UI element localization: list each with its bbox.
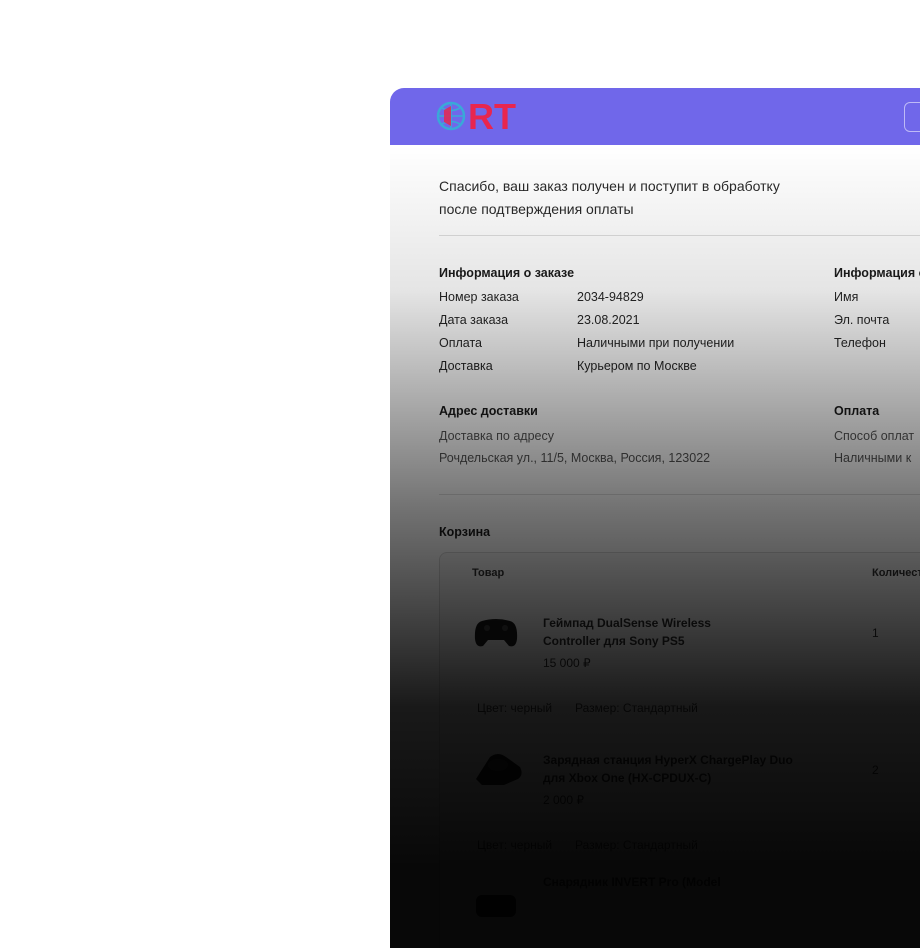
- header-bar: RT: [390, 88, 920, 145]
- cart-item-1-name-line-1: Геймпад DualSense Wireless: [543, 616, 711, 630]
- customer-email-label: Эл. почта: [834, 313, 890, 327]
- order-date-label: Дата заказа: [439, 313, 509, 327]
- cart-item-2-color: Цвет: черный: [477, 838, 553, 852]
- product-icon: [476, 895, 516, 917]
- thank-you-line-2: после подтверждения оплаты: [439, 201, 634, 217]
- cart-item-2-name[interactable]: Зарядная станция HyperX ChargePlay Duo д…: [543, 751, 793, 787]
- cart-item-2-name-line-1: Зарядная станция HyperX ChargePlay Duo: [543, 753, 793, 767]
- order-delivery-value: Курьером по Москве: [577, 359, 697, 373]
- order-info-title: Информация о заказе: [439, 266, 575, 280]
- order-confirmation-window: RT Спасибо, ваш заказ получен и поступит…: [390, 88, 920, 948]
- customer-phone-label: Телефон: [834, 336, 886, 350]
- cart-title: Корзина: [439, 525, 491, 539]
- thank-you-line-1: Спасибо, ваш заказ получен и поступит в …: [439, 178, 780, 194]
- order-date-value: 23.08.2021: [577, 313, 640, 327]
- delivery-type: Доставка по адресу: [439, 429, 554, 443]
- divider: [439, 235, 920, 236]
- cart-item-2-quantity: 2: [872, 763, 879, 777]
- cart-item-1-name[interactable]: Геймпад DualSense Wireless Controller дл…: [543, 614, 793, 650]
- cart-item-1-color: Цвет: черный: [477, 701, 553, 715]
- cart-item-2-size: Размер: Стандартный: [575, 838, 698, 852]
- customer-info-title: Информация о: [834, 266, 920, 280]
- cart-item-2-name-line-2: для Xbox One (HX-CPDUX-C): [543, 771, 712, 785]
- divider: [439, 494, 920, 495]
- brand-logo[interactable]: RT: [434, 96, 524, 136]
- order-payment-label: Оплата: [439, 336, 482, 350]
- cart-item-1-size: Размер: Стандартный: [575, 701, 698, 715]
- cart-item-1-quantity: 1: [872, 626, 879, 640]
- cart-item-1-price: 15 000 ₽: [543, 656, 591, 670]
- thank-you-message: Спасибо, ваш заказ получен и поступит в …: [439, 175, 859, 221]
- payment-method-value: Наличными к: [834, 451, 912, 465]
- order-number-label: Номер заказа: [439, 290, 519, 304]
- delivery-address-title: Адрес доставки: [439, 404, 538, 418]
- header-button[interactable]: [904, 102, 920, 132]
- charging-station-icon: [476, 754, 522, 785]
- main-content: Спасибо, ваш заказ получен и поступит в …: [390, 145, 920, 948]
- cart-item-2-price: 2 000 ₽: [543, 793, 584, 807]
- customer-name-label: Имя: [834, 290, 859, 304]
- delivery-address: Рочдельская ул., 11/5, Москва, Россия, 1…: [439, 451, 711, 465]
- product-column-header: Товар: [472, 567, 505, 579]
- gamepad-icon: [474, 619, 518, 647]
- quantity-column-header: Количест: [872, 567, 920, 579]
- payment-method-label: Способ оплат: [834, 429, 915, 443]
- logo-text: RT: [468, 96, 516, 136]
- order-delivery-label: Доставка: [439, 359, 493, 373]
- cart-item-1-name-line-2: Controller для Sony PS5: [543, 634, 685, 648]
- payment-title: Оплата: [834, 404, 880, 418]
- cart-table: Товар Количест Геймпад DualSense Wireles…: [439, 552, 920, 948]
- order-payment-value: Наличными при получении: [577, 336, 735, 350]
- cart-item-3-name[interactable]: Снарядник INVERT Pro (Model: [543, 873, 793, 891]
- order-number-value: 2034-94829: [577, 290, 644, 304]
